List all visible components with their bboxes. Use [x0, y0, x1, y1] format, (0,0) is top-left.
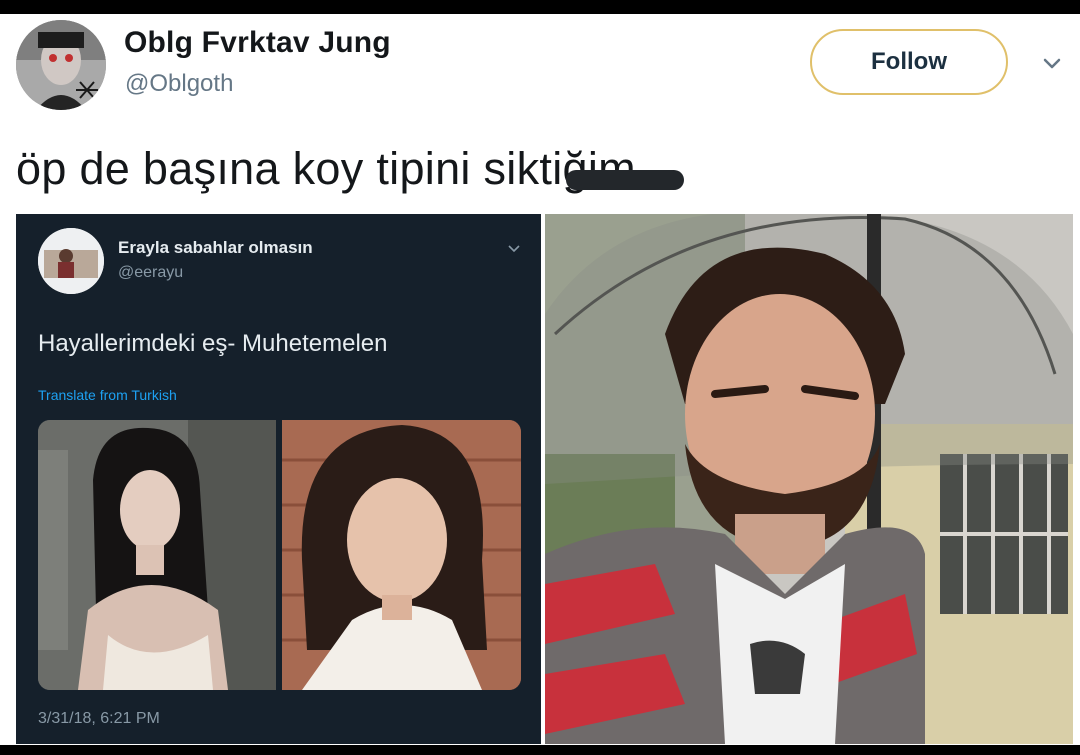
follow-button[interactable]: Follow [810, 29, 1008, 95]
tweet-text: öp de başına koy tipini siktiğim [16, 143, 636, 194]
quoted-avatar [38, 228, 104, 294]
top-bar [0, 0, 1080, 14]
avatar[interactable] [16, 20, 106, 110]
photo-man-with-umbrella [545, 214, 1073, 744]
quoted-photo-1 [38, 420, 276, 690]
quoted-display-name: Erayla sabahlar olmasın [118, 238, 313, 257]
redaction-bar [566, 170, 684, 190]
quoted-photo-2 [282, 420, 521, 690]
author-display-name[interactable]: Oblg Fvrktav Jung [124, 26, 391, 60]
author-handle[interactable]: @Oblgoth [125, 70, 233, 98]
quoted-chevron-down-icon [506, 240, 522, 256]
quoted-tweet-screenshot: Erayla sabahlar olmasın @eerayu Hayaller… [16, 214, 541, 744]
chevron-down-icon[interactable] [1040, 52, 1064, 76]
quoted-timestamp: 3/31/18, 6:21 PM [38, 710, 160, 727]
avatar-image [16, 20, 106, 110]
quoted-handle: @eerayu [118, 264, 184, 281]
translate-link: Translate from Turkish [38, 387, 177, 403]
quoted-tweet-text: Hayallerimdeki eş- Muhetemelen [38, 330, 388, 357]
bottom-bar [0, 745, 1080, 755]
